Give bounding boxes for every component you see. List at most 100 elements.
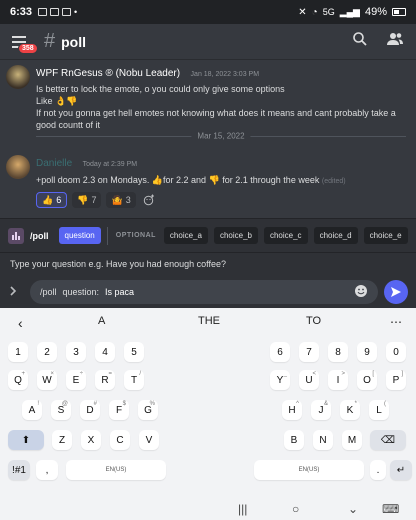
spacebar-right[interactable]: EN(US): [254, 460, 364, 480]
option-question[interactable]: question: [58, 227, 101, 244]
key-y[interactable]: Y _: [270, 370, 290, 390]
key-h[interactable]: H ^: [282, 400, 302, 420]
key-r[interactable]: R =: [95, 370, 115, 390]
option-choice-e[interactable]: choice_e: [363, 227, 408, 244]
key-hint: [: [372, 371, 374, 377]
reaction-bar: 👍 6 👎 7 🤷 3: [36, 192, 346, 208]
message-author[interactable]: Danielle: [36, 158, 72, 169]
key-p[interactable]: P]: [386, 370, 406, 390]
chevron-right-icon[interactable]: [8, 285, 24, 299]
menu-button[interactable]: 358: [12, 33, 38, 54]
key-hint: <: [312, 371, 316, 377]
backspace-key[interactable]: ⌫: [370, 430, 406, 450]
key-5[interactable]: 5: [124, 342, 144, 362]
key-hint: @: [61, 401, 68, 407]
date-divider: Mar 15, 2022: [36, 131, 406, 141]
key-8[interactable]: 8: [328, 342, 348, 362]
back-icon[interactable]: ⌄: [348, 502, 358, 516]
avatar[interactable]: [6, 65, 30, 89]
emoji-picker-icon[interactable]: [354, 284, 368, 300]
key-b[interactable]: B: [284, 430, 304, 450]
send-button[interactable]: [384, 280, 408, 304]
more-options-icon[interactable]: ⋯: [390, 315, 402, 329]
home-icon[interactable]: ○: [292, 502, 299, 516]
key-4[interactable]: 4: [95, 342, 115, 362]
members-icon[interactable]: [386, 31, 404, 52]
key-hint: %: [149, 401, 155, 407]
key-w[interactable]: W ×: [37, 370, 57, 390]
key-x[interactable]: X: [81, 430, 101, 450]
comma-key[interactable]: ,: [36, 460, 58, 480]
key-z[interactable]: Z: [52, 430, 72, 450]
spacebar-left[interactable]: EN(US): [66, 460, 166, 480]
avatar[interactable]: [6, 155, 30, 179]
message-input[interactable]: /poll question: Is paca: [30, 280, 378, 304]
key-e[interactable]: E ÷: [66, 370, 86, 390]
key-m[interactable]: M: [342, 430, 362, 450]
key-hint: *: [354, 401, 357, 407]
mute-icon: ✕: [298, 6, 307, 18]
key-k[interactable]: K *: [340, 400, 360, 420]
channel-name: poll: [61, 33, 87, 50]
add-reaction-button[interactable]: [141, 192, 157, 208]
app-root: 6:33 • ✕ ◔ 5G ▂▄▆ 49% 358 # poll WPF RnG…: [0, 0, 416, 520]
key-3[interactable]: 3: [66, 342, 86, 362]
key-hint: ]: [401, 371, 403, 377]
key-o[interactable]: O[: [357, 370, 377, 390]
key-9[interactable]: 9: [357, 342, 377, 362]
notification-badge: 358: [18, 42, 38, 54]
channel-hash-icon: #: [44, 30, 56, 52]
key-n[interactable]: N: [313, 430, 333, 450]
key-a[interactable]: A!: [22, 400, 42, 420]
option-choice-b[interactable]: choice_b: [213, 227, 258, 244]
message-text: +poll doom 2.3 on Mondays. 👍for 2.2 and …: [36, 175, 320, 185]
period-key[interactable]: .: [370, 460, 386, 480]
message-line: If not you gonna get hell emotes not kno…: [36, 108, 396, 118]
shift-key[interactable]: ⬆: [8, 430, 44, 450]
reaction-shrug[interactable]: 🤷 3: [106, 192, 136, 208]
key-2[interactable]: 2: [37, 342, 57, 362]
suggestion-item[interactable]: TO: [306, 315, 321, 327]
key-7[interactable]: 7: [299, 342, 319, 362]
key-6[interactable]: 6: [270, 342, 290, 362]
search-icon[interactable]: [352, 31, 368, 52]
date-divider-label: Mar 15, 2022: [191, 131, 251, 141]
key-j[interactable]: J &: [311, 400, 331, 420]
key-hint: _: [283, 371, 287, 377]
reaction-count: 3: [125, 195, 131, 205]
key-1[interactable]: 1: [8, 342, 28, 362]
key-hint: ×: [50, 371, 54, 377]
key-f[interactable]: F $: [109, 400, 129, 420]
key-l[interactable]: L(: [369, 400, 389, 420]
key-v[interactable]: V: [139, 430, 159, 450]
option-choice-a[interactable]: choice_a: [163, 227, 208, 244]
message-author[interactable]: WPF RnGesus ® (Nobu Leader): [36, 68, 180, 79]
reaction-thumbs-up[interactable]: 👍 6: [36, 192, 68, 208]
option-hint: Type your question e.g. Have you had eno…: [0, 252, 416, 276]
battery-percent: 49%: [364, 6, 387, 18]
recents-icon[interactable]: |||: [238, 502, 247, 516]
option-choice-d[interactable]: choice_d: [313, 227, 358, 244]
key-u[interactable]: U <: [299, 370, 319, 390]
key-s[interactable]: S @: [51, 400, 71, 420]
key-hint: =: [108, 371, 112, 377]
keyboard-back-icon[interactable]: ‹: [18, 315, 23, 331]
keyboard-icon[interactable]: ⌨: [382, 502, 399, 516]
input-param-label: question:: [62, 287, 100, 297]
reaction-count: 7: [91, 195, 97, 205]
key-d[interactable]: D #: [80, 400, 100, 420]
key-0[interactable]: 0: [386, 342, 406, 362]
key-hint: >: [341, 371, 345, 377]
key-c[interactable]: C: [110, 430, 130, 450]
key-g[interactable]: G%: [138, 400, 158, 420]
key-t[interactable]: T /: [124, 370, 144, 390]
key-i[interactable]: I >: [328, 370, 348, 390]
suggestion-item[interactable]: THE: [198, 315, 220, 327]
suggestion-item[interactable]: A: [98, 315, 105, 327]
reaction-thumbs-down[interactable]: 👎 7: [72, 192, 102, 208]
enter-key[interactable]: ↵: [390, 460, 412, 480]
system-nav-bar: ||| ○ ⌄ ⌨: [0, 498, 416, 520]
option-choice-c[interactable]: choice_c: [263, 227, 308, 244]
key-q[interactable]: Q +: [8, 370, 28, 390]
symbols-key[interactable]: !#1: [8, 460, 30, 480]
